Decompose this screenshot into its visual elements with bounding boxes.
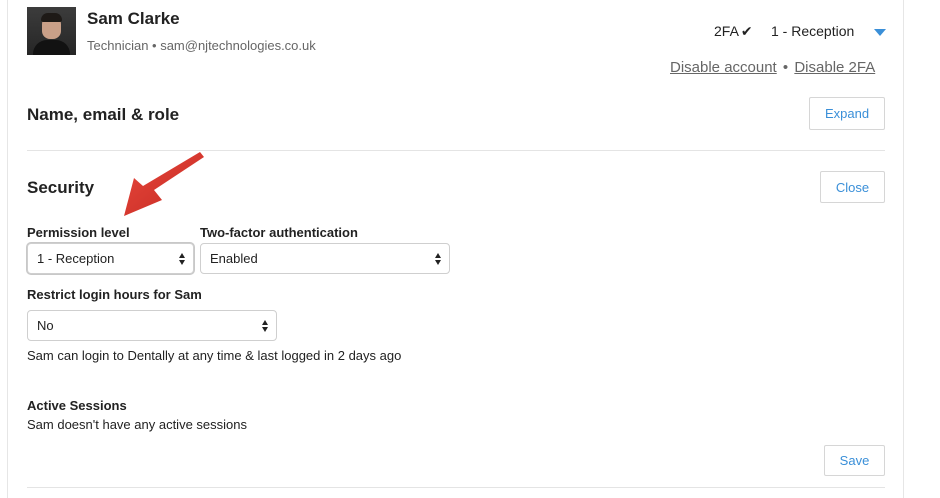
role-dropdown-label[interactable]: 1 - Reception — [771, 23, 854, 39]
updown-icon — [262, 319, 270, 333]
save-button[interactable]: Save — [824, 445, 885, 476]
disable-2fa-link[interactable]: Disable 2FA — [794, 59, 875, 76]
twofa-status: 2FA ✔ — [714, 23, 753, 40]
permission-level-label: Permission level — [27, 225, 130, 240]
two-factor-label: Two-factor authentication — [200, 225, 358, 240]
annotation-arrow — [124, 152, 204, 216]
account-links: Disable account • Disable 2FA — [670, 59, 875, 76]
permission-level-select[interactable]: 1 - Reception — [27, 243, 194, 274]
twofa-status-label: 2FA — [714, 23, 739, 39]
two-factor-select[interactable]: Enabled — [200, 243, 450, 274]
check-icon: ✔ — [740, 23, 753, 39]
updown-icon — [179, 252, 187, 266]
updown-icon — [435, 252, 443, 266]
two-factor-value: Enabled — [210, 251, 258, 266]
close-button[interactable]: Close — [820, 171, 885, 203]
restrict-login-value: No — [37, 318, 54, 333]
active-sessions-label: Active Sessions — [27, 398, 127, 413]
caret-down-icon[interactable] — [874, 29, 886, 36]
section-divider — [27, 487, 885, 488]
disable-account-link[interactable]: Disable account — [670, 59, 777, 76]
active-sessions-text: Sam doesn't have any active sessions — [27, 417, 247, 432]
restrict-login-label: Restrict login hours for Sam — [27, 287, 202, 302]
expand-button[interactable]: Expand — [809, 97, 885, 130]
section-title-name-email-role: Name, email & role — [27, 105, 180, 124]
section-title-security: Security — [27, 178, 95, 197]
login-info-text: Sam can login to Dentally at any time & … — [27, 348, 402, 363]
avatar — [27, 7, 76, 55]
permission-level-value: 1 - Reception — [37, 251, 115, 266]
user-subtitle: Technician • sam@njtechnologies.co.uk — [87, 38, 316, 53]
restrict-login-select[interactable]: No — [27, 310, 277, 341]
link-separator: • — [782, 59, 789, 76]
user-name: Sam Clarke — [87, 9, 180, 28]
